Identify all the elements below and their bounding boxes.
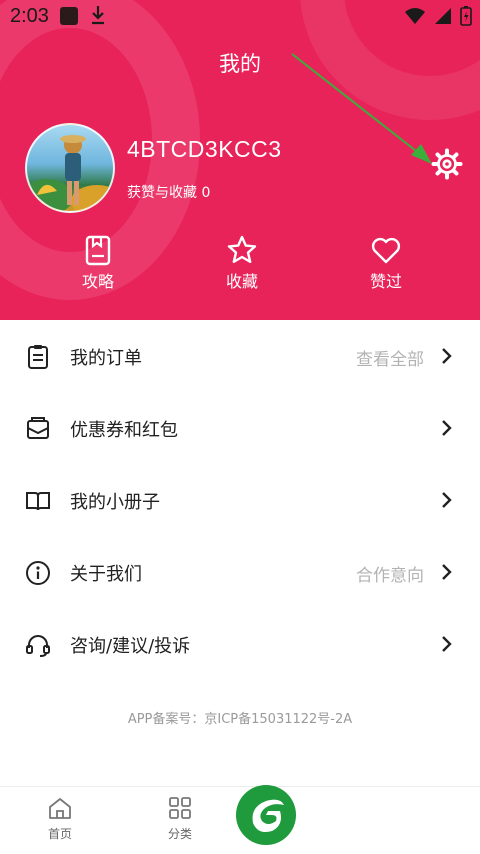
menu-item-label: 咨询/建议/投诉 (70, 636, 191, 657)
icp-record: APP备案号：京ICP备15031122号-2A (127, 712, 353, 727)
avatar[interactable] (25, 123, 115, 213)
star-icon (226, 234, 258, 266)
menu-item-about[interactable]: 关于我们 合作意向 (0, 536, 480, 608)
home-icon (47, 795, 73, 821)
open-book-icon (25, 488, 51, 514)
info-icon (25, 560, 51, 586)
leaf-logo-icon (252, 799, 284, 832)
quick-action-label: 赞过 (369, 272, 402, 291)
quick-action-label: 攻略 (81, 272, 114, 291)
menu-item-hint[interactable]: 合作意向 (356, 561, 424, 586)
tab-home[interactable]: 首页 (20, 795, 100, 842)
bottom-tab-bar: 首页 分类 (0, 785, 480, 854)
menu-item-label: 优惠券和红包 (70, 420, 178, 441)
wifi-icon (404, 7, 426, 30)
chevron-right-icon (440, 347, 454, 365)
chevron-right-icon (440, 491, 454, 509)
menu-item-coupons[interactable]: 优惠券和红包 (0, 392, 480, 464)
battery-icon (460, 6, 472, 31)
profile-menu: 我的订单 查看全部 优惠券和红包 我的小册子 关于我们 合作意向 咨询/建议/投… (0, 320, 480, 680)
grid-icon (167, 795, 193, 821)
download-icon (90, 4, 106, 31)
username: 4BTCD3KCC3 (127, 136, 282, 162)
menu-item-booklets[interactable]: 我的小册子 (0, 464, 480, 536)
avatar-illustration (27, 135, 113, 211)
menu-item-label: 关于我们 (70, 564, 142, 585)
signal-icon (434, 7, 452, 30)
app-notification-icon (60, 7, 78, 25)
menu-item-hint[interactable]: 查看全部 (356, 345, 424, 370)
chevron-right-icon (440, 635, 454, 653)
quick-action-favorites[interactable]: 收藏 (192, 234, 292, 292)
menu-item-feedback[interactable]: 咨询/建议/投诉 (0, 608, 480, 680)
status-time: 2:03 (10, 5, 49, 27)
status-bar: 2:03 (0, 0, 480, 34)
profile-header: 2:03 我的 4BTCD3KCC3 获赞与收藏 0 攻略 收藏 赞过 (0, 0, 480, 320)
menu-item-label: 我的订单 (70, 348, 142, 369)
menu-item-label: 我的小册子 (70, 492, 160, 513)
envelope-icon (25, 416, 51, 442)
likes-collect-count: 获赞与收藏 0 (127, 185, 211, 201)
tab-label: 首页 (47, 827, 72, 841)
heart-icon (370, 234, 402, 266)
quick-action-label: 收藏 (225, 272, 258, 291)
tab-label: 分类 (167, 827, 192, 841)
guide-book-icon (82, 234, 114, 266)
headset-icon (25, 632, 51, 658)
menu-item-orders[interactable]: 我的订单 查看全部 (0, 320, 480, 392)
quick-action-liked[interactable]: 赞过 (336, 234, 436, 292)
chevron-right-icon (440, 419, 454, 437)
chevron-right-icon (440, 563, 454, 581)
quick-action-guide[interactable]: 攻略 (48, 234, 148, 292)
annotation-arrow (291, 53, 432, 164)
clipboard-icon (25, 344, 51, 370)
tab-category[interactable]: 分类 (140, 795, 220, 842)
center-logo-button[interactable] (236, 785, 296, 845)
